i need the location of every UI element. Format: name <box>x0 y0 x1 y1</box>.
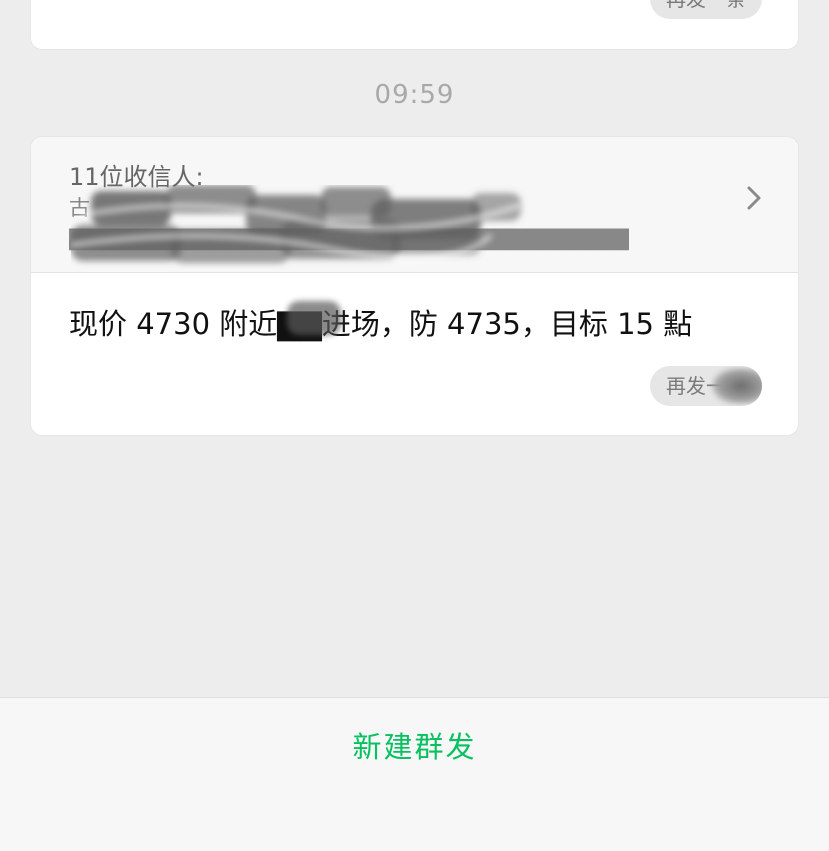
resend-button-label: 再发一条 <box>666 0 746 11</box>
broadcast-card: 11位收信人: 古▇▇▇▇▇▇▇▇▇▇▇▇▇▇▇▇▇▇▇▇▇▇▇▇▇▇▇▇▇▇▇… <box>30 136 799 436</box>
recipients-count-label: 11位收信人: <box>69 163 204 191</box>
broadcast-message-text: 现价 4730 附近▇▇进场，防 4735，目标 15 點 <box>69 307 693 341</box>
previous-broadcast-card: 再发一条 <box>30 0 799 50</box>
broadcast-history-page: 再发一条 09:59 11位收信人: 古▇▇▇▇▇▇▇▇▇▇▇▇▇▇▇▇▇▇▇▇… <box>0 0 829 851</box>
chevron-right-icon[interactable] <box>742 183 766 213</box>
resend-button[interactable]: 再发一条 <box>650 366 762 406</box>
recipients-list: 古▇▇▇▇▇▇▇▇▇▇▇▇▇▇▇▇▇▇▇▇▇▇▇▇▇▇▇▇▇▇▇▇▇▇▇▇▇▇▇… <box>69 196 629 250</box>
bottom-action-bar: 新建群发 <box>0 697 829 851</box>
resend-button[interactable]: 再发一条 <box>650 0 762 19</box>
new-broadcast-button[interactable]: 新建群发 <box>0 724 829 766</box>
recipients-header[interactable]: 11位收信人: 古▇▇▇▇▇▇▇▇▇▇▇▇▇▇▇▇▇▇▇▇▇▇▇▇▇▇▇▇▇▇▇… <box>31 137 798 273</box>
redaction-blur <box>712 368 762 404</box>
message-timestamp: 09:59 <box>374 80 455 110</box>
